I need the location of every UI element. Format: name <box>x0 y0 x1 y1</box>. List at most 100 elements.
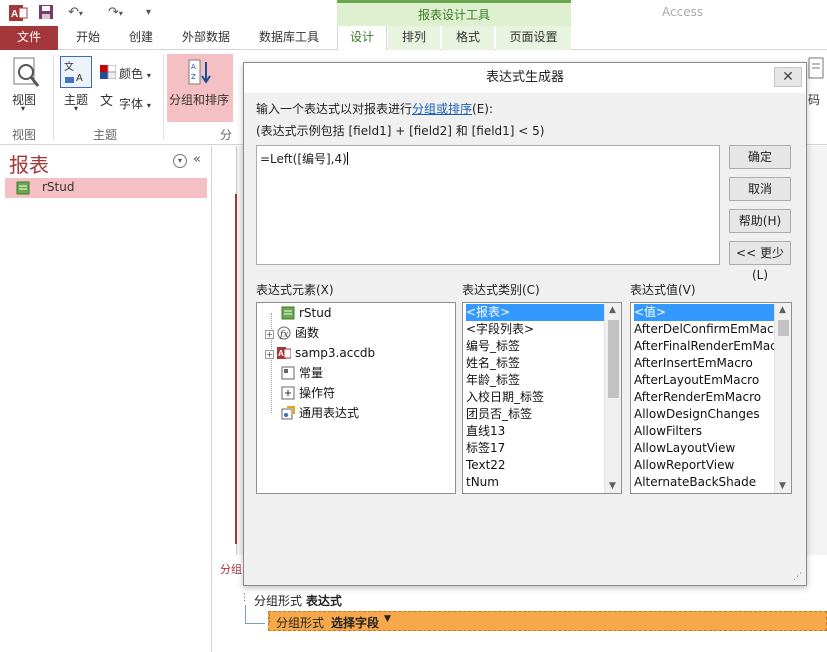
list-item[interactable]: AfterInsertEmMacro <box>634 355 753 372</box>
fonts-icon[interactable]: 文 <box>100 94 116 110</box>
list-item[interactable]: AfterFinalRenderEmMac <box>634 338 777 355</box>
nav-menu-icon[interactable]: ▾ <box>173 154 187 168</box>
list-item[interactable]: AllowLayoutView <box>634 440 735 457</box>
list-item[interactable]: AfterRenderEmMacro <box>634 389 761 406</box>
scroll-up-icon[interactable]: ▲ <box>609 305 616 315</box>
ok-button[interactable]: 确定 <box>729 145 791 169</box>
tree-item-common-expressions[interactable]: 通用表达式 <box>281 404 359 422</box>
list-item[interactable]: 编号_标签 <box>466 338 520 355</box>
close-button[interactable]: ✕ <box>774 67 802 87</box>
ribbon-separator <box>53 54 54 140</box>
list-item[interactable]: <值> <box>634 304 774 321</box>
list-item[interactable]: 标签17 <box>466 440 505 457</box>
list-item[interactable]: 姓名_标签 <box>466 355 520 372</box>
tree-item-label: 函数 <box>295 326 320 340</box>
tree-item-rstud[interactable]: rStud <box>281 304 331 322</box>
tab-database-tools[interactable]: 数据库工具 <box>248 26 330 50</box>
svg-text:fx: fx <box>279 330 288 340</box>
ribbon-tabs: 文件 开始 创建 外部数据 数据库工具 设计 排列 格式 页面设置 <box>0 26 827 50</box>
view-icon[interactable] <box>12 56 42 93</box>
list-item[interactable]: AllowFilters <box>634 423 702 440</box>
svg-text:Z: Z <box>191 73 196 81</box>
tree-item-functions[interactable]: + fx 函数 <box>265 324 319 342</box>
group-form-value: 表达式 <box>305 594 342 608</box>
list-item[interactable]: 入校日期_标签 <box>466 389 544 406</box>
categories-list[interactable]: <报表> <字段列表> 编号_标签 姓名_标签 年龄_标签 入校日期_标签 团员… <box>462 302 622 494</box>
tab-arrange[interactable]: 排列 <box>388 26 440 50</box>
redo-icon[interactable]: ↷▾ <box>108 4 123 22</box>
group-sort-button[interactable]: AZ 分组和排序 <box>167 54 233 122</box>
right-ribbon-label: 码 <box>808 93 821 107</box>
tab-format[interactable]: 格式 <box>442 26 494 50</box>
right-ribbon-icon[interactable] <box>807 56 827 90</box>
customize-qat-icon[interactable]: ▾ <box>146 4 151 22</box>
scroll-up-icon[interactable]: ▲ <box>779 305 786 315</box>
collapse-pane-icon[interactable]: « <box>193 152 201 167</box>
scroll-thumb[interactable] <box>778 320 789 336</box>
list-item[interactable]: <字段列表> <box>466 321 534 338</box>
scroll-thumb[interactable] <box>608 320 619 398</box>
title-bar: A ↶▾ ↷▾ ▾ 报表设计工具 Access <box>0 0 827 26</box>
tree-item-constants[interactable]: 常量 <box>281 364 323 382</box>
less-button[interactable]: << 更少(L) <box>729 241 791 282</box>
view-dropdown-icon[interactable]: ▾ <box>21 104 25 113</box>
ribbon-separator <box>163 54 164 140</box>
design-marker <box>235 194 237 544</box>
help-button[interactable]: 帮助(H) <box>729 209 791 233</box>
tab-file[interactable]: 文件 <box>0 26 58 50</box>
fonts-button[interactable]: 字体 ▾ <box>119 95 151 112</box>
tree-item-database[interactable]: + Asamp3.accdb <box>265 344 375 362</box>
operator-icon <box>281 386 295 400</box>
select-field-label[interactable]: 选择字段 <box>331 614 379 631</box>
resize-grip-icon[interactable]: ⋰ <box>793 572 802 582</box>
chevron-down-icon[interactable]: ▼ <box>384 614 391 624</box>
select-field-row[interactable]: ⋮ 分组形式 选择字段 ▼ <box>265 611 827 631</box>
list-item[interactable]: 团员否_标签 <box>466 406 532 423</box>
scroll-down-icon[interactable]: ▼ <box>779 481 786 491</box>
save-icon[interactable] <box>38 4 54 22</box>
group-row-handle[interactable]: ⋮ <box>240 593 249 603</box>
list-item[interactable]: Text22 <box>466 457 506 474</box>
group-form-row[interactable]: 分组形式 表达式 <box>254 592 342 609</box>
instruction-text: 输入一个表达式以对报表进行分组或排序(E): <box>256 100 493 117</box>
expression-input[interactable]: =Left([编号],4) <box>256 145 720 265</box>
theme-icon[interactable]: 文A <box>60 56 92 88</box>
tab-home[interactable]: 开始 <box>62 26 114 50</box>
tab-create[interactable]: 创建 <box>116 26 166 50</box>
group-label-view: 视图 <box>12 128 37 142</box>
nav-item-rstud[interactable]: rStud <box>5 178 207 198</box>
tab-external-data[interactable]: 外部数据 <box>170 26 242 50</box>
list-item[interactable]: tNum <box>466 474 499 491</box>
cancel-button[interactable]: 取消 <box>729 177 791 201</box>
list-item[interactable]: AllowReportView <box>634 457 734 474</box>
fonts-label: 字体 <box>119 97 144 111</box>
list-item[interactable]: AfterDelConfirmEmMacr <box>634 321 779 338</box>
expand-icon[interactable]: + <box>265 330 274 339</box>
tab-design[interactable]: 设计 <box>337 26 387 50</box>
scroll-down-icon[interactable]: ▼ <box>609 481 616 491</box>
list-item[interactable]: AllowDesignChanges <box>634 406 760 423</box>
group-sort-label: 分组和排序 <box>169 93 230 107</box>
list-item[interactable]: AlternateBackShade <box>634 474 756 491</box>
undo-icon[interactable]: ↶▾ <box>68 4 83 22</box>
list-item[interactable]: 年龄_标签 <box>466 372 520 389</box>
values-scrollbar[interactable]: ▲ ▼ <box>774 303 791 493</box>
list-item[interactable]: 直线13 <box>466 423 505 440</box>
constant-icon <box>281 366 295 380</box>
colors-icon[interactable] <box>100 64 117 80</box>
elements-tree[interactable]: rStud + fx 函数 + Asamp3.accdb 常量 操作符 通用表达式 <box>256 302 456 494</box>
colors-button[interactable]: 颜色 ▾ <box>119 65 151 82</box>
common-expression-icon <box>281 406 295 420</box>
list-item[interactable]: AfterLayoutEmMacro <box>634 372 759 389</box>
select-field-prefix: 分组形式 <box>276 616 325 630</box>
categories-scrollbar[interactable]: ▲ ▼ <box>604 303 621 493</box>
theme-dropdown-icon[interactable]: ▾ <box>74 104 78 113</box>
tab-page-setup[interactable]: 页面设置 <box>496 26 571 50</box>
tree-item-operators[interactable]: 操作符 <box>281 384 335 402</box>
list-item[interactable]: <报表> <box>466 304 604 321</box>
expand-icon[interactable]: + <box>265 350 274 359</box>
group-sort-link[interactable]: 分组或排序 <box>412 102 472 116</box>
context-tab-band: 报表设计工具 <box>337 0 571 26</box>
values-list[interactable]: <值> AfterDelConfirmEmMacr AfterFinalRend… <box>630 302 792 494</box>
svg-text:A: A <box>11 9 18 20</box>
